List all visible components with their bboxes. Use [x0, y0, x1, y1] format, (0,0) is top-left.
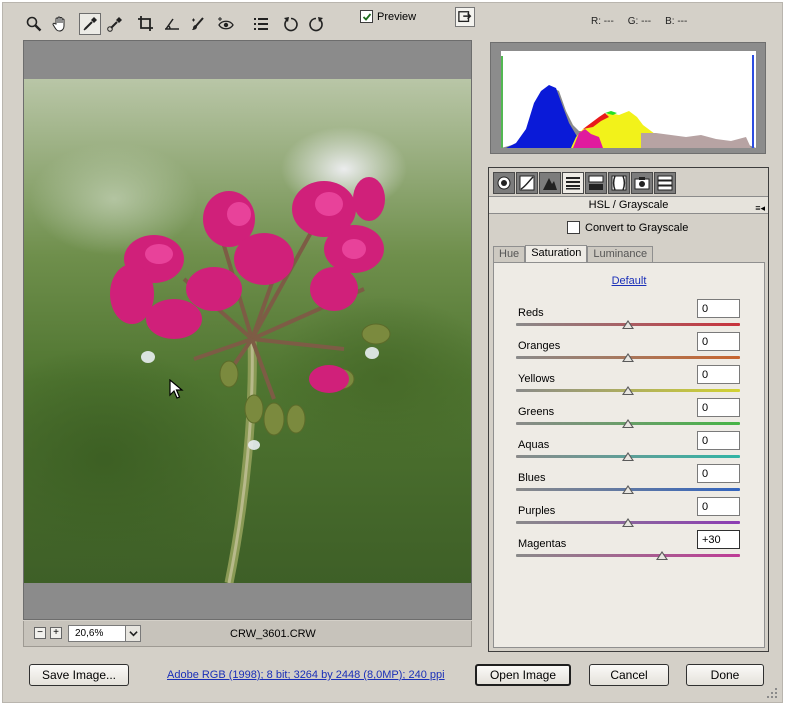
hand-icon[interactable]: [49, 13, 71, 35]
slider-thumb[interactable]: [622, 386, 634, 395]
slider-label: Oranges: [518, 340, 561, 352]
panel-title: HSL / Grayscale ≡◂: [489, 196, 768, 214]
canvas-footer: − + 20,6% CRW_3601.CRW: [23, 621, 472, 647]
tab-hsl-icon[interactable]: [562, 172, 584, 194]
zoom-out-button[interactable]: −: [34, 627, 46, 639]
slider-value-field[interactable]: 0: [697, 332, 740, 351]
done-button[interactable]: Done: [686, 664, 764, 686]
slider-thumb[interactable]: [622, 518, 634, 527]
tab-luminance[interactable]: Luminance: [587, 246, 654, 262]
preview-checkbox[interactable]: [360, 10, 373, 23]
workflow-options-link[interactable]: Adobe RGB (1998); 8 bit; 3264 by 2448 (8…: [167, 669, 445, 681]
slider-value-field[interactable]: 0: [697, 497, 740, 516]
tab-basic-icon[interactable]: [493, 172, 515, 194]
red-readout: R: ---: [591, 16, 614, 27]
image-preview-area[interactable]: [23, 40, 472, 620]
tab-lens-corrections-icon[interactable]: [608, 172, 630, 194]
slider-label: Blues: [518, 472, 546, 484]
preview-toggle[interactable]: Preview: [360, 10, 416, 23]
histogram: [490, 42, 766, 154]
open-image-button[interactable]: Open Image: [475, 664, 571, 686]
green-readout: G: ---: [627, 16, 652, 27]
color-sampler-icon[interactable]: [104, 13, 126, 35]
zoom-tool-magnifier-icon[interactable]: [23, 13, 45, 35]
tab-saturation[interactable]: Saturation: [525, 245, 588, 262]
filename-label: CRW_3601.CRW: [230, 628, 316, 640]
checkmark-icon: [362, 12, 371, 21]
tab-presets-icon[interactable]: [654, 172, 676, 194]
slider-value-field[interactable]: 0: [697, 398, 740, 417]
slider-thumb[interactable]: [622, 353, 634, 362]
slider-thumb[interactable]: [622, 320, 634, 329]
adjustments-panel: HSL / Grayscale ≡◂ Convert to Grayscale …: [488, 167, 769, 652]
panel-tab-strip: [493, 172, 676, 196]
resize-grip-icon[interactable]: [766, 687, 778, 699]
saturation-panel: Default Reds 0 Oranges 0 Yellows 0 Green…: [493, 262, 765, 648]
rotate-cw-icon[interactable]: [305, 13, 327, 35]
fullscreen-arrow-icon: [458, 11, 472, 23]
straighten-icon[interactable]: [161, 13, 183, 35]
chevron-down-icon: [128, 631, 138, 637]
zoom-dropdown-button[interactable]: [125, 625, 141, 642]
slider-label: Greens: [518, 406, 555, 418]
flower-illustration: [110, 177, 391, 583]
rotate-ccw-icon[interactable]: [280, 13, 302, 35]
histogram-plot: [501, 51, 756, 148]
slider-value-field[interactable]: 0: [697, 431, 740, 450]
slider-label: Purples: [518, 505, 556, 517]
convert-grayscale-row[interactable]: Convert to Grayscale: [567, 221, 688, 234]
convert-grayscale-label: Convert to Grayscale: [585, 221, 689, 234]
red-eye-icon[interactable]: [215, 13, 237, 35]
slider-value-field[interactable]: 0: [697, 464, 740, 483]
slider-track[interactable]: [516, 554, 740, 557]
tab-split-toning-icon[interactable]: [585, 172, 607, 194]
save-image-button[interactable]: Save Image...: [29, 664, 129, 686]
eyedropper-icon[interactable]: [79, 13, 101, 35]
slider-label: Aquas: [518, 439, 550, 451]
slider-thumb[interactable]: [655, 551, 668, 560]
slider-thumb[interactable]: [622, 485, 634, 494]
tab-camera-calibration-icon[interactable]: [631, 172, 653, 194]
slider-magentas: Magentas +30: [516, 530, 742, 567]
hsl-sub-tabs: Hue Saturation Luminance: [493, 245, 654, 262]
fullscreen-button[interactable]: [455, 7, 475, 27]
slider-label: Reds: [518, 307, 544, 319]
cancel-button[interactable]: Cancel: [589, 664, 669, 686]
slider-thumb[interactable]: [622, 452, 634, 461]
zoom-in-button[interactable]: +: [50, 627, 62, 639]
zoom-level-field[interactable]: 20,6%: [68, 625, 126, 642]
tab-detail-icon[interactable]: [539, 172, 561, 194]
default-link[interactable]: Default: [494, 275, 764, 287]
brush-icon[interactable]: [187, 13, 209, 35]
slider-label: Yellows: [518, 373, 555, 385]
blue-readout: B: ---: [665, 16, 688, 27]
slider-value-field[interactable]: 0: [697, 365, 740, 384]
crop-icon[interactable]: [135, 13, 157, 35]
preview-label: Preview: [377, 10, 417, 23]
preferences-list-icon[interactable]: [250, 13, 272, 35]
flower-photo: [24, 79, 471, 583]
slider-label: Magentas: [518, 538, 567, 550]
panel-menu-icon[interactable]: ≡◂: [755, 200, 765, 216]
slider-value-field[interactable]: 0: [697, 299, 740, 318]
convert-grayscale-checkbox[interactable]: [567, 221, 580, 234]
rgb-readout: R: --- G: --- B: ---: [591, 16, 687, 27]
tab-tone-curve-icon[interactable]: [516, 172, 538, 194]
histogram-graph: [501, 55, 756, 148]
camera-raw-dialog: Preview R: --- G: --- B: --- − + 20,6% C…: [2, 2, 783, 703]
panel-title-text: HSL / Grayscale: [588, 199, 669, 211]
slider-value-field[interactable]: +30: [697, 530, 740, 549]
tab-hue[interactable]: Hue: [493, 246, 526, 262]
mouse-pointer-icon: [169, 379, 184, 399]
slider-thumb[interactable]: [622, 419, 634, 428]
